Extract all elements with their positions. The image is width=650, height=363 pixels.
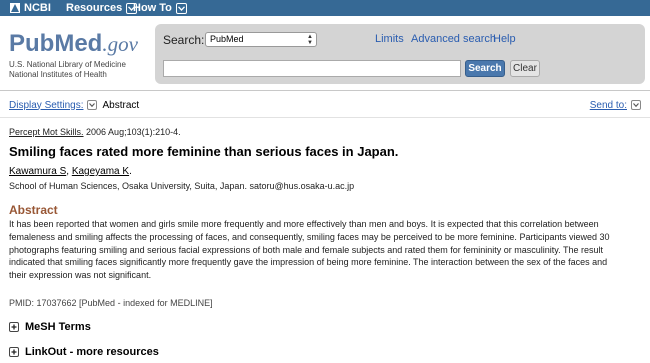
ncbi-logo[interactable]: NCBI bbox=[10, 1, 51, 15]
pmid-line: PMID: 17037662 [PubMed - indexed for MED… bbox=[9, 298, 213, 308]
select-arrows-icon: ▲ ▼ bbox=[307, 34, 313, 46]
resources-menu[interactable]: Resources bbox=[66, 1, 138, 15]
abstract-heading: Abstract bbox=[9, 203, 58, 217]
search-button[interactable]: Search bbox=[465, 60, 505, 77]
chevron-down-icon[interactable] bbox=[631, 100, 641, 110]
citation: Percept Mot Skills. 2006 Aug;103(1):210-… bbox=[9, 127, 181, 137]
how-to-menu[interactable]: How To bbox=[133, 1, 187, 15]
limits-link[interactable]: Limits bbox=[375, 33, 404, 45]
search-panel: Search: PubMed ▲ ▼ Limits Advanced search… bbox=[155, 24, 645, 84]
journal-link[interactable]: Percept Mot Skills. bbox=[9, 127, 84, 137]
send-to-link[interactable]: Send to: bbox=[590, 100, 627, 111]
logo-gov: .gov bbox=[102, 32, 138, 56]
plus-icon bbox=[9, 347, 19, 357]
nlm-line: U.S. National Library of Medicine bbox=[9, 60, 126, 69]
search-input[interactable] bbox=[163, 60, 461, 77]
abstract-line: indicated that smiling faces significant… bbox=[9, 257, 608, 268]
send-to-control[interactable]: Send to: bbox=[590, 98, 641, 112]
advanced-search-link[interactable]: Advanced search bbox=[411, 33, 496, 45]
abstract-line: photographs featuring smiling and seriou… bbox=[9, 244, 603, 255]
linkout-toggle[interactable]: LinkOut - more resources bbox=[9, 345, 159, 359]
page-header: PubMed.gov U.S. National Library of Medi… bbox=[0, 16, 650, 90]
abstract-line: their expression was not significant. bbox=[9, 270, 152, 281]
chevron-down-icon[interactable] bbox=[87, 100, 98, 110]
pubmed-logo-word: PubMed.gov bbox=[9, 30, 138, 58]
display-settings-link[interactable]: Display Settings: bbox=[9, 100, 83, 111]
author-link[interactable]: Kageyama K bbox=[72, 166, 129, 177]
abstract-line: It has been reported that women and girl… bbox=[9, 219, 599, 229]
database-select-value: PubMed bbox=[210, 34, 244, 44]
database-select[interactable]: PubMed ▲ ▼ bbox=[205, 32, 317, 47]
author-list: Kawamura S, Kageyama K. bbox=[9, 166, 132, 177]
affiliation: School of Human Sciences, Osaka Universi… bbox=[9, 181, 355, 191]
abstract-line: femaleness and smiling affects the proce… bbox=[9, 231, 610, 242]
display-settings-bar: Display Settings: Abstract bbox=[9, 98, 139, 112]
nih-line: National Institutes of Health bbox=[9, 70, 107, 79]
chevron-down-icon bbox=[175, 2, 187, 14]
header-divider bbox=[0, 90, 650, 91]
content-divider bbox=[0, 117, 650, 118]
author-link[interactable]: Kawamura S bbox=[9, 166, 66, 177]
how-to-menu-label: How To bbox=[133, 2, 172, 14]
author-end: . bbox=[129, 166, 132, 177]
plus-icon bbox=[9, 322, 19, 332]
logo-med: Med bbox=[54, 30, 103, 57]
clear-button[interactable]: Clear bbox=[510, 60, 540, 77]
linkout-label: LinkOut - more resources bbox=[25, 346, 159, 358]
display-format: Abstract bbox=[102, 99, 140, 111]
ncbi-logo-icon bbox=[10, 3, 20, 13]
search-label: Search: bbox=[163, 33, 205, 47]
abstract-text: It has been reported that women and girl… bbox=[9, 218, 641, 282]
mesh-terms-label: MeSH Terms bbox=[25, 321, 91, 333]
help-link[interactable]: Help bbox=[493, 33, 516, 45]
ncbi-logo-text: NCBI bbox=[24, 2, 51, 14]
mesh-terms-toggle[interactable]: MeSH Terms bbox=[9, 320, 91, 334]
article-title: Smiling faces rated more feminine than s… bbox=[9, 144, 399, 159]
resources-menu-label: Resources bbox=[66, 2, 123, 14]
logo-pub: Pub bbox=[9, 30, 55, 57]
ncbi-topbar: NCBI Resources How To bbox=[0, 0, 650, 16]
citation-details: 2006 Aug;103(1):210-4. bbox=[83, 127, 181, 137]
pubmed-logo[interactable]: PubMed.gov U.S. National Library of Medi… bbox=[9, 30, 159, 82]
